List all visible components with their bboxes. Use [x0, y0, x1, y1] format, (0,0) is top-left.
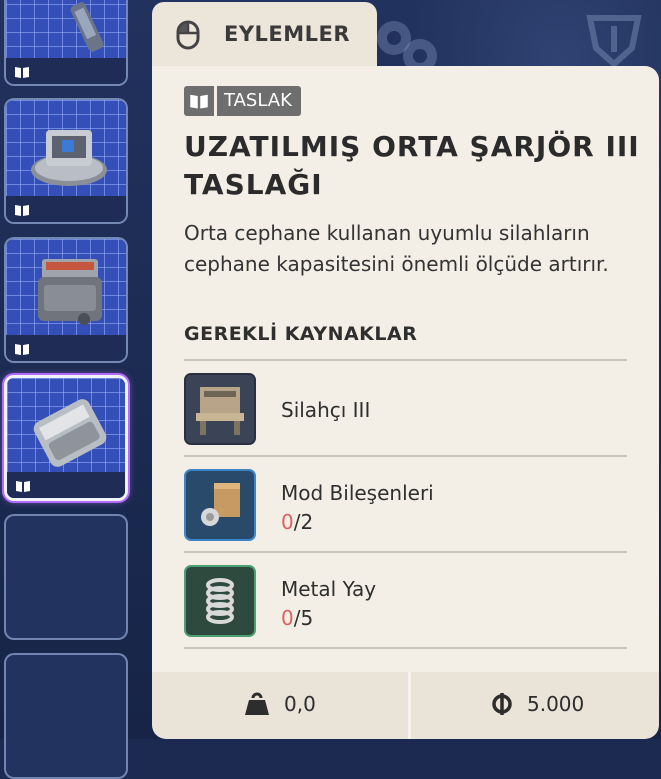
item-footer: 0,0 5.000 [152, 672, 659, 739]
requirement-count: 0/2 [281, 510, 313, 534]
footer-separator [408, 672, 411, 739]
blueprint-extended-magazine-icon [7, 378, 125, 476]
inventory-slot-3[interactable] [4, 237, 128, 363]
blueprint-part-icon [6, 0, 126, 60]
divider [184, 359, 627, 361]
divider [184, 647, 627, 649]
inventory-slot-5-empty[interactable] [4, 514, 128, 640]
blueprint-badge: TASLAK [184, 86, 301, 116]
weight-value: 0,0 [284, 692, 316, 716]
book-icon [16, 481, 30, 492]
faction-logo-icon [586, 15, 642, 69]
owned-count: 0 [281, 510, 294, 534]
requirement-count: 0/5 [281, 606, 313, 630]
item-description: Orta cephane kullanan uyumlu silahların … [184, 221, 609, 276]
book-icon [15, 344, 29, 355]
divider [184, 455, 627, 457]
metal-spring-icon [184, 565, 256, 637]
requirement-name: Metal Yay [281, 577, 377, 601]
badge-label: TASLAK [217, 86, 301, 116]
needed-count: /5 [293, 606, 314, 630]
actions-tab-label: EYLEMLER [224, 22, 351, 46]
mouse-icon [176, 20, 200, 50]
needed-count: /2 [293, 510, 314, 534]
requirement-name: Mod Bileşenleri [281, 481, 434, 505]
item-title: UZATILMIŞ ORTA ŞARJÖR III TASLAĞI [184, 130, 640, 201]
actions-tab[interactable]: EYLEMLER [152, 2, 377, 72]
inventory-slot-1[interactable] [4, 0, 128, 86]
book-icon [15, 67, 29, 78]
inventory-slot-6-empty[interactable] [4, 653, 128, 779]
workbench-icon [184, 373, 256, 445]
price-value: 5.000 [527, 692, 585, 716]
owned-count: 0 [281, 606, 294, 630]
blueprint-magazine-icon [6, 239, 126, 337]
coin-icon [492, 693, 512, 715]
mod-components-icon [184, 469, 256, 541]
weight-stat: 0,0 [244, 692, 316, 716]
price-stat: 5.000 [491, 692, 584, 716]
blueprint-device-icon [6, 100, 126, 198]
inventory-slot-4-selected[interactable] [4, 375, 128, 501]
inventory-slot-2[interactable] [4, 98, 128, 224]
inventory-column [0, 0, 140, 779]
requirements-heading: GEREKLİ KAYNAKLAR [184, 323, 418, 345]
weight-icon [245, 692, 269, 715]
requirement-name: Silahçı III [281, 398, 371, 422]
divider [184, 551, 627, 553]
book-icon [15, 205, 29, 216]
book-icon [184, 86, 214, 116]
